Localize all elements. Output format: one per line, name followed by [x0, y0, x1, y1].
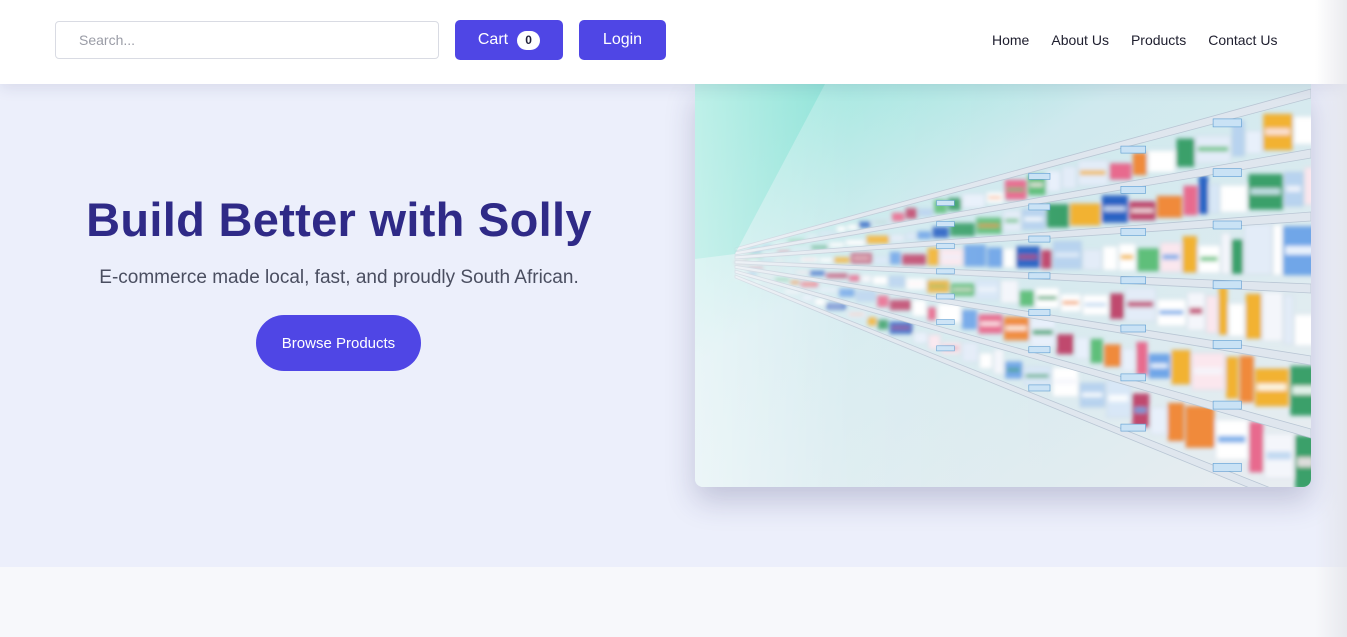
page: Cart 0 Login Home About Us Products Cont… [0, 0, 1347, 637]
nav-link-home[interactable]: Home [992, 31, 1029, 49]
nav-link-contact-us[interactable]: Contact Us [1208, 31, 1277, 49]
hero-subtitle: E-commerce made local, fast, and proudly… [99, 267, 579, 288]
top-navbar: Cart 0 Login Home About Us Products Cont… [0, 0, 1347, 84]
nav-link-products[interactable]: Products [1131, 31, 1186, 49]
hero-title: Build Better with Solly [86, 193, 592, 246]
search-input[interactable] [55, 21, 439, 59]
browse-products-button[interactable]: Browse Products [256, 315, 421, 371]
login-button[interactable]: Login [579, 20, 666, 60]
main-nav: Home About Us Products Contact Us [992, 31, 1277, 49]
pharmacy-shelves-image [695, 84, 1311, 487]
cart-button[interactable]: Cart 0 [455, 20, 563, 60]
cart-count-badge: 0 [517, 30, 541, 50]
nav-link-about-us[interactable]: About Us [1051, 31, 1109, 49]
hero-section: Build Better with Solly E-commerce made … [0, 84, 1347, 567]
cart-label: Cart [477, 31, 509, 48]
hero-image [695, 84, 1311, 487]
next-section [0, 567, 1347, 637]
